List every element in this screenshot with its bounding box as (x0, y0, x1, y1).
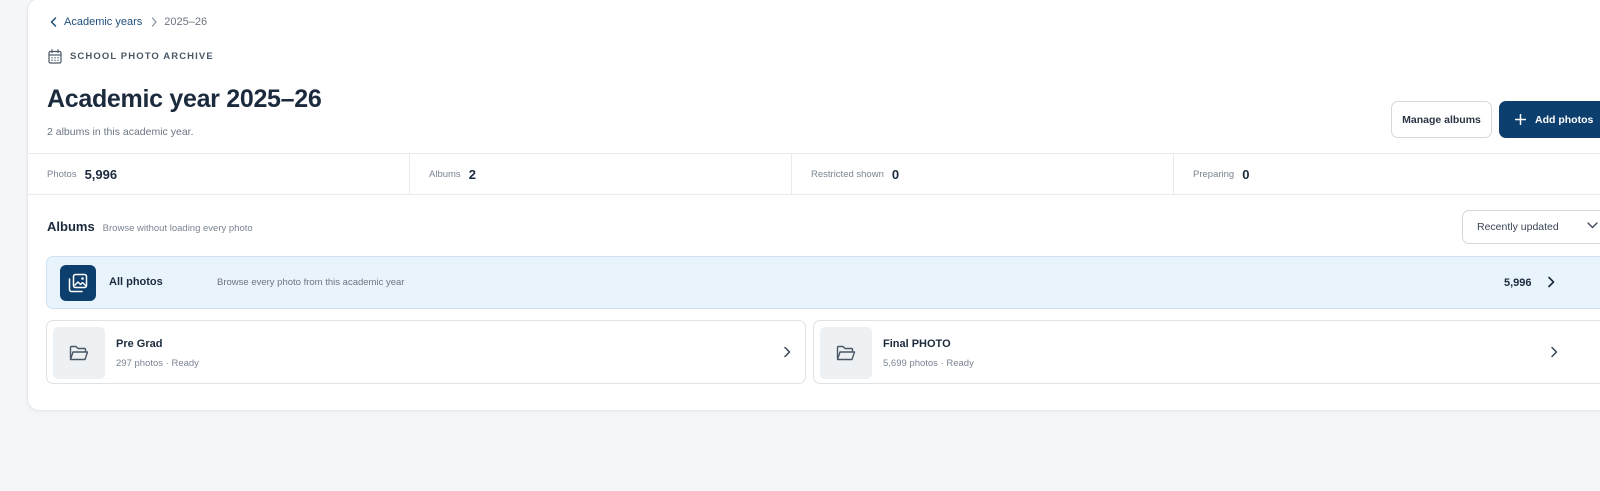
manage-albums-label: Manage albums (1402, 113, 1481, 126)
album-name: Final PHOTO (883, 338, 951, 350)
breadcrumb-current: 2025–26 (164, 16, 208, 28)
add-photos-label: Add photos (1535, 113, 1594, 126)
chevron-right-icon (1548, 276, 1555, 288)
all-photos-title: All photos (109, 276, 163, 288)
page-subtitle: 2 albums in this academic year. (47, 126, 194, 138)
albums-subheading: Browse without loading every photo (102, 223, 253, 234)
stat-value: 2 (468, 166, 476, 182)
chevron-right-icon (784, 346, 791, 358)
stat-restricted: Restricted shown 0 (792, 154, 1174, 194)
breadcrumb-back-link[interactable]: Academic years (50, 16, 142, 28)
plus-icon (1515, 114, 1526, 125)
folder-icon (820, 327, 872, 379)
stats-bar: Photos 5,996 Albums 2 Restricted shown 0… (28, 153, 1600, 195)
chevron-right-icon (151, 17, 157, 27)
stat-albums: Albums 2 (410, 154, 792, 194)
stat-value: 0 (1242, 166, 1250, 182)
photos-stack-icon (60, 265, 96, 301)
stat-value: 0 (891, 166, 900, 182)
stat-label: Preparing (1193, 168, 1235, 180)
album-meta: 297 photos · Ready (116, 358, 199, 369)
album-year-card: Academic years 2025–26 SCHOOL PHOTO ARCH… (27, 0, 1600, 411)
albums-section-header: Albums Browse without loading every phot… (47, 219, 253, 234)
breadcrumb-parent[interactable]: Academic years (64, 16, 142, 28)
sort-select-value: Recently updated (1477, 221, 1559, 233)
chevron-right-icon (1551, 346, 1558, 358)
chevron-left-icon (50, 17, 57, 27)
stat-label: Albums (429, 168, 461, 180)
add-photos-button[interactable]: Add photos (1499, 101, 1600, 138)
breadcrumb: Academic years 2025–26 (50, 16, 207, 28)
all-photos-row[interactable]: All photos Browse every photo from this … (46, 256, 1600, 309)
calendar-icon (48, 49, 62, 64)
albums-heading: Albums (47, 219, 95, 234)
stat-label: Photos (47, 168, 77, 180)
stat-label: Restricted shown (811, 168, 884, 180)
stat-preparing: Preparing 0 (1174, 154, 1556, 194)
page-title: Academic year 2025–26 (47, 85, 322, 113)
album-card-final-photo[interactable]: Final PHOTO 5,699 photos · Ready (813, 320, 1600, 384)
all-photos-description: Browse every photo from this academic ye… (217, 277, 405, 288)
manage-albums-button[interactable]: Manage albums (1391, 101, 1492, 138)
sort-select[interactable]: Recently updated (1462, 210, 1600, 244)
stat-value: 5,996 (84, 166, 118, 182)
stat-photos: Photos 5,996 (28, 154, 410, 194)
album-card-pre-grad[interactable]: Pre Grad 297 photos · Ready (46, 320, 806, 384)
album-meta: 5,699 photos · Ready (883, 358, 974, 369)
all-photos-count: 5,996 (1504, 277, 1532, 289)
chevron-down-icon (1587, 222, 1598, 229)
folder-icon (53, 327, 105, 379)
album-name: Pre Grad (116, 338, 163, 350)
archive-eyebrow: SCHOOL PHOTO ARCHIVE (48, 49, 214, 64)
eyebrow-label: SCHOOL PHOTO ARCHIVE (70, 51, 214, 62)
